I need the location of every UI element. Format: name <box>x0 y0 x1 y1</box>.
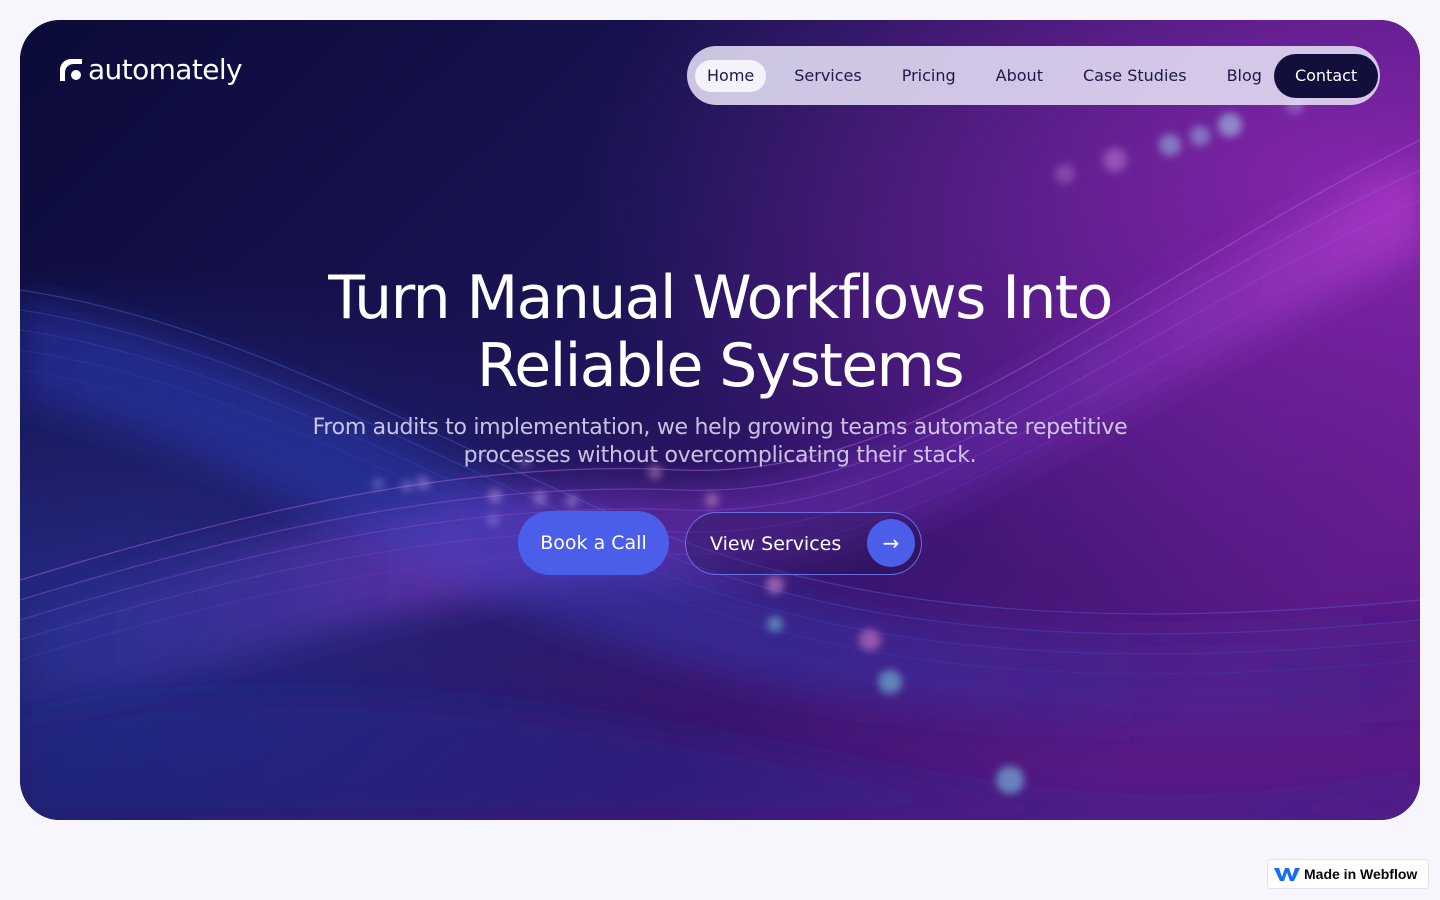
nav-item-home[interactable]: Home <box>695 59 767 92</box>
automately-logo-icon <box>60 59 82 81</box>
view-services-label: View Services <box>710 532 842 555</box>
hero-headline: Turn Manual Workflows Into Reliable Syst… <box>220 264 1220 400</box>
made-in-webflow-label: Made in Webflow <box>1304 866 1418 882</box>
hero-subtext-line-1: From audits to implementation, we help g… <box>312 415 1128 440</box>
book-a-call-button[interactable]: Book a Call <box>518 511 669 575</box>
contact-button[interactable]: Contact <box>1273 53 1379 98</box>
hero-subtext: From audits to implementation, we help g… <box>280 414 1160 470</box>
nav-item-pricing[interactable]: Pricing <box>890 60 968 92</box>
nav-item-case-studies[interactable]: Case Studies <box>1071 60 1199 92</box>
hero-section: automately Home Services Pricing About C… <box>20 20 1420 820</box>
main-navigation: Home Services Pricing About Case Studies… <box>687 46 1380 105</box>
made-in-webflow-badge[interactable]: Made in Webflow <box>1267 859 1429 889</box>
brand-name: automately <box>88 53 243 86</box>
hero-headline-line-1: Turn Manual Workflows Into <box>328 263 1113 333</box>
nav-item-blog[interactable]: Blog <box>1215 60 1274 92</box>
webflow-logo-icon <box>1274 868 1300 881</box>
nav-item-about[interactable]: About <box>984 60 1055 92</box>
hero-headline-line-2: Reliable Systems <box>476 331 965 401</box>
view-services-button[interactable]: View Services → <box>685 512 922 575</box>
hero-subtext-line-2: processes without overcomplicating their… <box>463 443 977 468</box>
arrow-right-icon: → <box>867 519 915 567</box>
nav-item-services[interactable]: Services <box>782 60 873 92</box>
brand-logo[interactable]: automately <box>60 53 243 86</box>
